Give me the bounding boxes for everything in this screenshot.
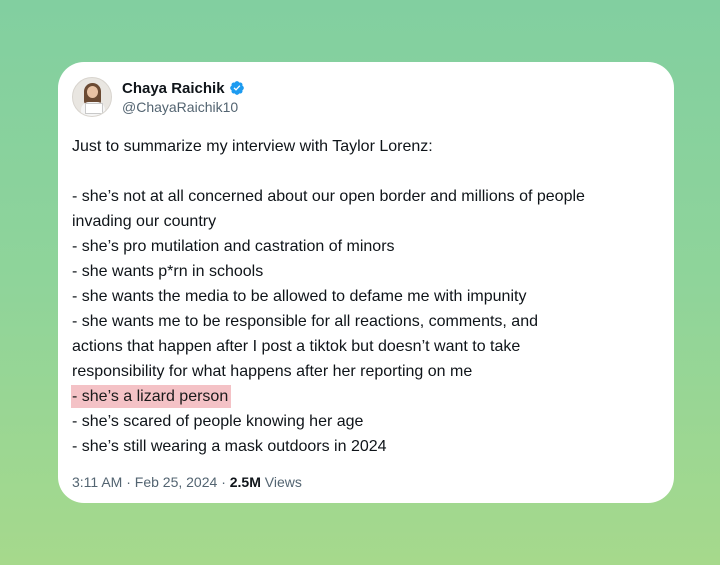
meta-separator: · bbox=[221, 474, 226, 490]
avatar-sign bbox=[85, 103, 103, 114]
views-count: 2.5M bbox=[229, 474, 261, 490]
tweet-line: - she wants p*rn in schools bbox=[72, 263, 264, 280]
tweet-line: - she’s pro mutilation and castration of… bbox=[72, 238, 395, 255]
tweet-line: invading our country bbox=[72, 213, 217, 230]
tweet-header: Chaya Raichik @ChayaRaichik10 bbox=[72, 74, 660, 120]
avatar[interactable] bbox=[72, 77, 112, 117]
tweet-line: actions that happen after I post a tikto… bbox=[72, 338, 521, 355]
verified-badge-icon bbox=[229, 81, 244, 95]
tweet-line: - she’s scared of people knowing her age bbox=[72, 413, 364, 430]
tweet-line: responsibility for what happens after he… bbox=[72, 363, 473, 380]
author-info: Chaya Raichik @ChayaRaichik10 bbox=[122, 79, 245, 116]
highlighted-line: - she’s a lizard person bbox=[71, 385, 232, 408]
views-label: Views bbox=[264, 474, 302, 490]
tweet-date[interactable]: Feb 25, 2024 bbox=[135, 474, 218, 490]
tweet-line: - she’s not at all concerned about our o… bbox=[72, 188, 585, 205]
tweet-line: - she’s still wearing a mask outdoors in… bbox=[72, 438, 387, 455]
tweet-intro: Just to summarize my interview with Tayl… bbox=[72, 138, 433, 155]
display-name[interactable]: Chaya Raichik bbox=[122, 79, 225, 98]
tweet-line: - she wants me to be responsible for all… bbox=[72, 313, 538, 330]
tweet-card: Chaya Raichik @ChayaRaichik10 Just to su… bbox=[58, 62, 674, 503]
paragraph-break bbox=[72, 159, 660, 184]
highlighted-line-row: - she’s a lizard person bbox=[71, 384, 660, 409]
tweet-line: - she wants the media to be allowed to d… bbox=[72, 288, 527, 305]
display-name-row: Chaya Raichik bbox=[122, 79, 245, 98]
meta-separator: · bbox=[126, 474, 131, 490]
author-handle[interactable]: @ChayaRaichik10 bbox=[122, 98, 245, 116]
avatar-face bbox=[87, 86, 98, 98]
tweet-text: Just to summarize my interview with Tayl… bbox=[71, 134, 660, 459]
tweet-meta: 3:11 AM · Feb 25, 2024 · 2.5M Views bbox=[72, 473, 660, 491]
tweet-time[interactable]: 3:11 AM bbox=[72, 474, 122, 490]
